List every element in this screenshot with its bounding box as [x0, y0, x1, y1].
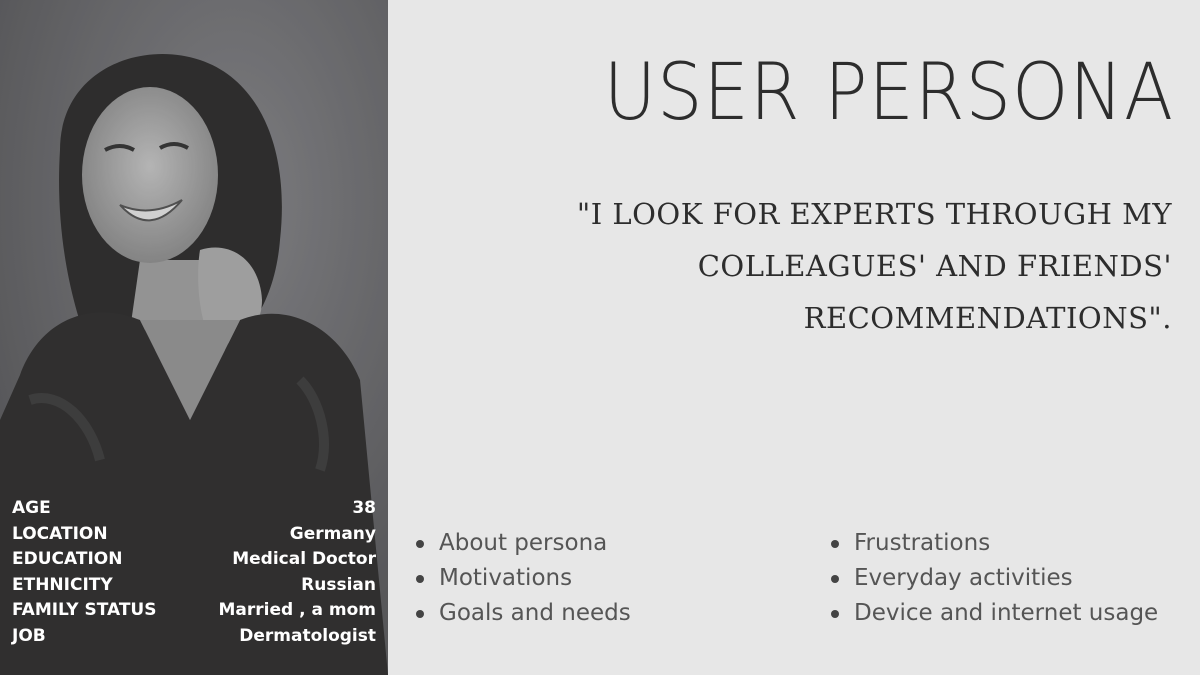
list-item: Motivations [416, 561, 631, 596]
bullet-icon [831, 574, 839, 583]
quote-line-1: "I LOOK FOR EXPERTS THROUGH MY [576, 197, 1172, 231]
stat-value: Dermatologist [239, 625, 376, 646]
stat-label: ETHNICITY [12, 574, 113, 595]
stat-value: Germany [289, 523, 376, 544]
list-item: Everyday activities [831, 561, 1158, 596]
list-item-label: About persona [439, 530, 608, 556]
list-item-label: Everyday activities [854, 565, 1073, 591]
list-item-label: Goals and needs [439, 600, 631, 626]
bullet-icon [416, 574, 424, 583]
persona-quote: "I LOOK FOR EXPERTS THROUGH MY COLLEAGUE… [552, 188, 1172, 344]
persona-stats: AGE 38 LOCATION Germany EDUCATION Medica… [12, 496, 376, 650]
list-item: About persona [416, 526, 631, 561]
stat-value: Married , a mom [218, 600, 376, 621]
bullet-icon [416, 609, 424, 618]
quote-line-3: RECOMMENDATIONS". [803, 301, 1172, 335]
bullet-icon [831, 609, 839, 618]
list-item: Goals and needs [416, 596, 631, 631]
list-item-label: Device and internet usage [854, 600, 1159, 626]
stat-label: JOB [12, 625, 46, 646]
list-item: Frustrations [831, 526, 1158, 561]
stat-row-family-status: FAMILY STATUS Married , a mom [12, 598, 376, 624]
bullet-icon [416, 539, 424, 548]
list-item-label: Frustrations [854, 530, 991, 556]
stat-row-education: EDUCATION Medical Doctor [12, 547, 376, 573]
persona-photo-panel: AGE 38 LOCATION Germany EDUCATION Medica… [0, 0, 388, 675]
page-title: USER PERSONA [603, 48, 1174, 138]
stat-row-ethnicity: ETHNICITY Russian [12, 573, 376, 599]
stat-row-location: LOCATION Germany [12, 522, 376, 548]
list-item: Device and internet usage [831, 596, 1158, 631]
stat-label: FAMILY STATUS [12, 600, 157, 621]
stat-row-job: JOB Dermatologist [12, 624, 376, 650]
stat-value: 38 [352, 498, 376, 518]
stat-label: AGE [12, 498, 51, 518]
section-list-left: About persona Motivations Goals and need… [416, 526, 631, 631]
stat-value: Medical Doctor [232, 549, 376, 570]
section-list-right: Frustrations Everyday activities Device … [831, 526, 1158, 631]
bullet-icon [831, 539, 839, 548]
stat-row-age: AGE 38 [12, 496, 376, 522]
list-item-label: Motivations [439, 565, 573, 591]
stat-label: EDUCATION [12, 549, 123, 570]
stat-label: LOCATION [12, 523, 108, 544]
quote-line-2: COLLEAGUES' AND FRIENDS' [697, 249, 1172, 283]
stat-value: Russian [301, 574, 376, 595]
